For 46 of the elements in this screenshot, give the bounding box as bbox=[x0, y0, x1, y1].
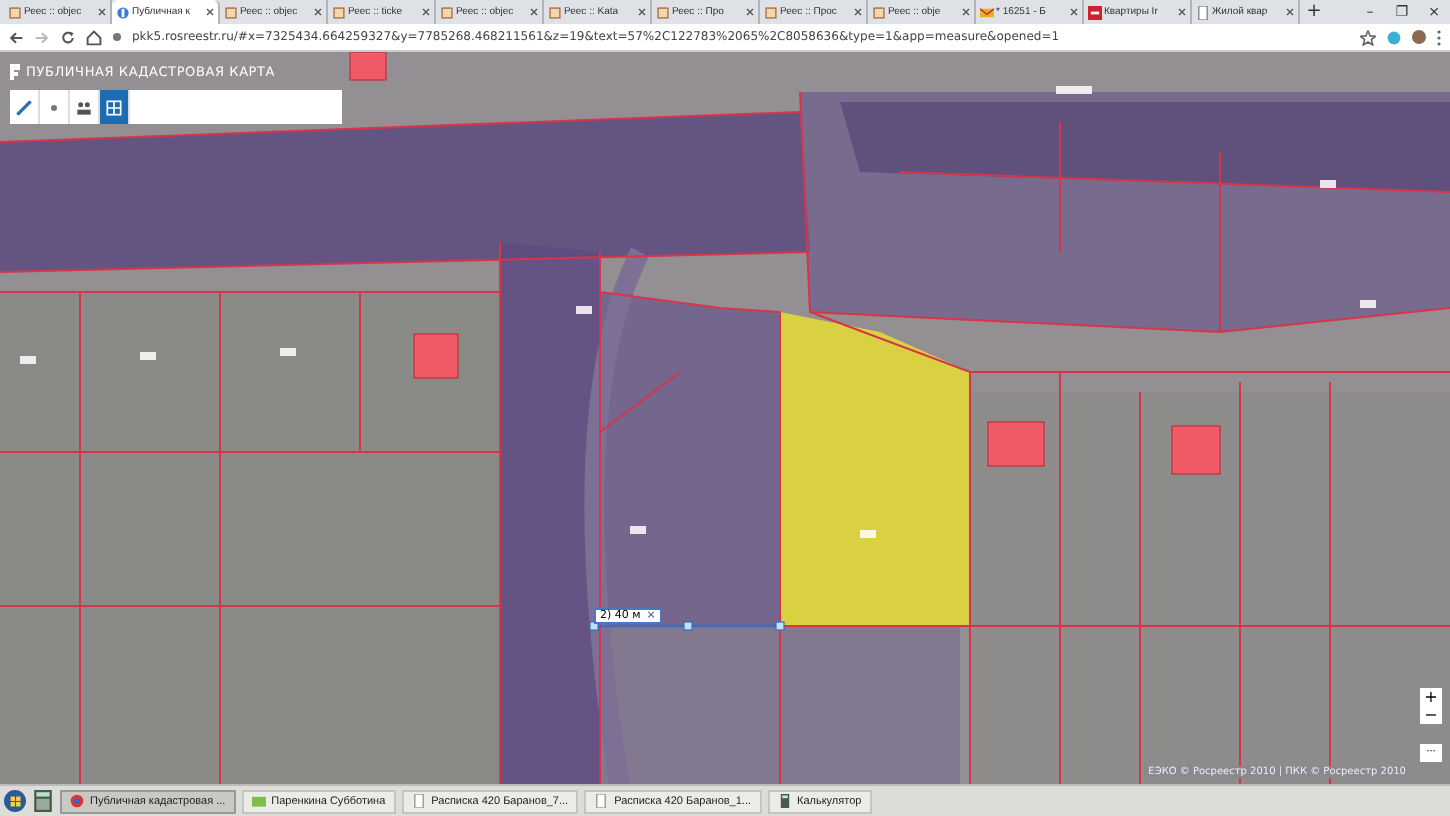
favicon-icon bbox=[548, 5, 562, 19]
start-button[interactable] bbox=[4, 790, 26, 813]
favicon-icon bbox=[116, 5, 130, 19]
new-tab-button[interactable]: + bbox=[1300, 0, 1328, 24]
avatar-icon[interactable] bbox=[1412, 28, 1426, 46]
back-arrow-icon[interactable] bbox=[8, 29, 24, 45]
calc-icon bbox=[777, 794, 791, 809]
favicon-icon bbox=[1196, 5, 1210, 19]
doc-icon bbox=[594, 794, 609, 809]
favicon-icon bbox=[980, 5, 994, 19]
close-icon[interactable] bbox=[746, 8, 754, 16]
browser-icon bbox=[70, 794, 84, 809]
favicon-icon bbox=[656, 5, 670, 19]
favicon-icon bbox=[8, 5, 22, 19]
ruler-icon bbox=[14, 97, 34, 117]
favicon-icon bbox=[764, 5, 778, 19]
folder-icon bbox=[251, 794, 266, 809]
close-icon[interactable] bbox=[962, 8, 970, 16]
favicon-icon bbox=[224, 5, 238, 19]
close-icon[interactable] bbox=[206, 8, 214, 16]
reload-icon[interactable] bbox=[60, 29, 76, 45]
zoom-out-button[interactable]: − bbox=[1424, 706, 1438, 724]
close-icon[interactable] bbox=[314, 8, 322, 16]
menu-icon[interactable] bbox=[1436, 29, 1442, 45]
map-tool-button[interactable] bbox=[10, 90, 40, 124]
close-icon[interactable] bbox=[530, 8, 538, 16]
close-icon[interactable] bbox=[1070, 8, 1078, 16]
favicon-icon bbox=[872, 5, 886, 19]
star-icon[interactable] bbox=[1360, 29, 1376, 45]
close-icon[interactable] bbox=[638, 8, 646, 16]
zoom-in-button[interactable]: + bbox=[1424, 688, 1438, 706]
calculator-icon[interactable] bbox=[32, 790, 54, 813]
favicon-icon bbox=[332, 5, 346, 19]
home-icon[interactable] bbox=[86, 29, 102, 45]
close-icon[interactable] bbox=[854, 8, 862, 16]
close-icon[interactable] bbox=[98, 8, 106, 16]
map-tool-button[interactable] bbox=[100, 90, 130, 124]
grid-icon bbox=[104, 97, 124, 117]
close-icon[interactable] bbox=[1286, 8, 1294, 16]
favicon-icon bbox=[440, 5, 454, 19]
close-icon[interactable] bbox=[422, 8, 430, 16]
logo-icon bbox=[10, 64, 20, 80]
favicon-icon bbox=[1088, 5, 1102, 19]
people-icon bbox=[74, 97, 94, 117]
doc-icon bbox=[411, 794, 426, 809]
close-icon[interactable] bbox=[1178, 8, 1186, 16]
